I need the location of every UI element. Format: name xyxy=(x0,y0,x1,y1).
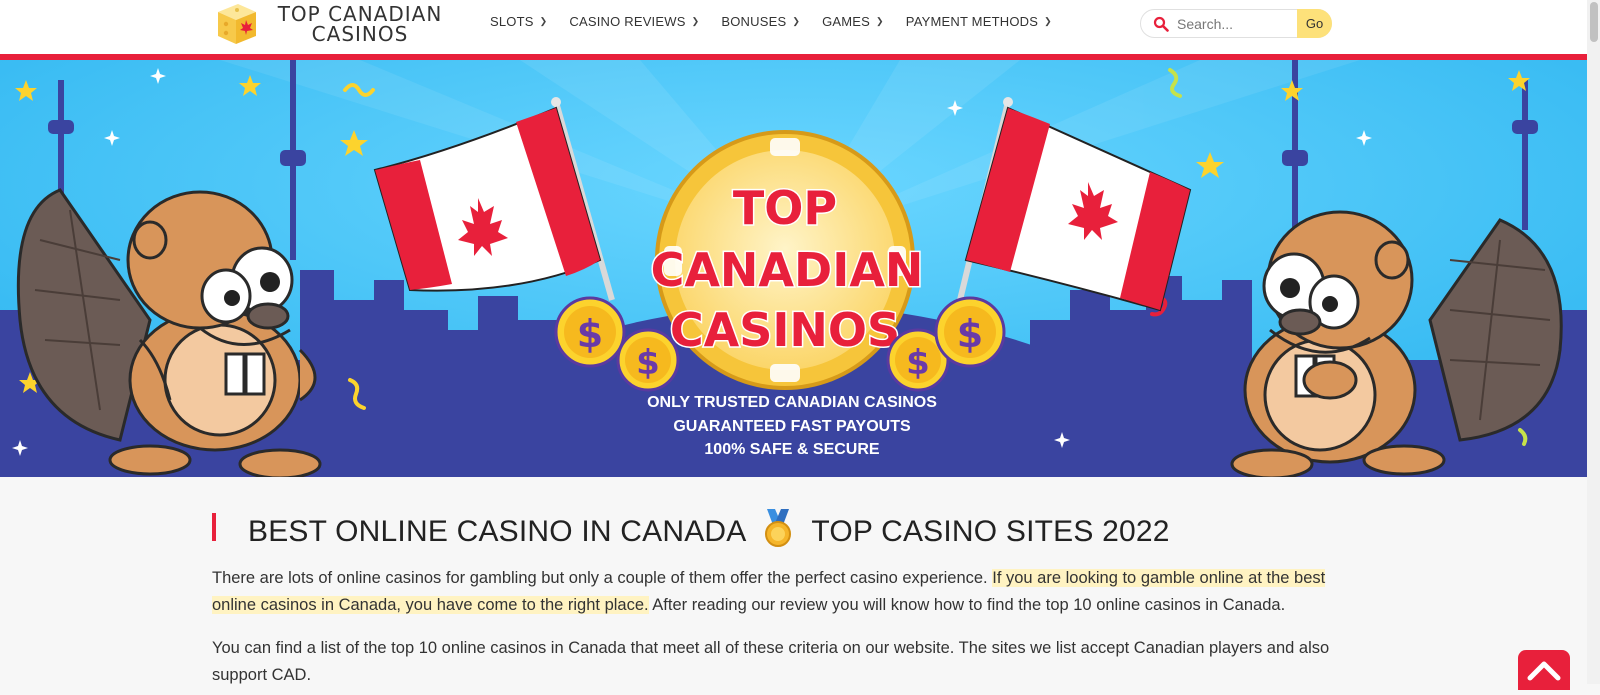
nav-item-label: PAYMENT METHODS xyxy=(905,14,1039,29)
chevron-down-icon: ❯ xyxy=(876,16,884,26)
site-header: TOP CANADIAN CASINOS SLOTS ❯ CASINO REVIE… xyxy=(0,0,1587,55)
hero-banner: TOP CANADIAN CASINOS $ $ $ $ ONLY TRUSTE… xyxy=(0,60,1587,477)
nav-item-games[interactable]: GAMES ❯ xyxy=(822,14,884,29)
site-logo[interactable]: TOP CANADIAN CASINOS xyxy=(270,4,450,44)
page-scrollbar[interactable] xyxy=(1587,0,1600,684)
search-box: Go xyxy=(1140,9,1332,38)
scroll-to-top-button[interactable] xyxy=(1518,650,1570,690)
nav-item-label: CASINO REVIEWS xyxy=(569,14,686,29)
logo-line-2: CASINOS xyxy=(311,22,409,46)
dice-icon[interactable] xyxy=(212,2,258,46)
chip-line-3: CASINOS xyxy=(670,303,900,357)
scrollbar-thumb[interactable] xyxy=(1590,2,1598,42)
nav-item-label: GAMES xyxy=(822,14,871,29)
chevron-down-icon: ❯ xyxy=(1044,16,1052,26)
chip-line-2: CANADIAN xyxy=(651,243,924,297)
chevron-down-icon: ❯ xyxy=(792,16,801,26)
list-paragraph: You can find a list of the top 10 online… xyxy=(212,639,1330,684)
coin-symbol: $ xyxy=(906,343,930,383)
intro-text-a: There are lots of online casinos for gam… xyxy=(212,569,993,587)
intro-paragraph: There are lots of online casinos for gam… xyxy=(212,565,1342,619)
nav-item-label: SLOTS xyxy=(490,14,534,29)
tagline-payouts: GUARANTEED FAST PAYOUTS xyxy=(673,417,911,435)
coin-symbol: $ xyxy=(957,312,983,356)
medal-icon xyxy=(765,509,792,547)
search-go-button[interactable]: Go xyxy=(1297,9,1332,38)
nav-item-payment-methods[interactable]: PAYMENT METHODS ❯ xyxy=(906,14,1052,29)
chip-line-1: TOP xyxy=(733,181,837,235)
tagline-secure: 100% SAFE & SECURE xyxy=(704,441,880,458)
nav-item-bonuses[interactable]: BONUSES ❯ xyxy=(721,14,800,29)
search-icon xyxy=(1153,16,1169,32)
title-accent-bar xyxy=(212,513,216,541)
tagline-trusted: ONLY TRUSTED CANADIAN CASINOS xyxy=(647,394,937,411)
chevron-up-icon xyxy=(1527,661,1561,681)
nav-item-slots[interactable]: SLOTS ❯ xyxy=(490,14,547,29)
chevron-down-icon: ❯ xyxy=(539,16,548,26)
main-nav: SLOTS ❯ CASINO REVIEWS ❯ BONUSES ❯ GAMES ❯ P… xyxy=(490,14,1074,29)
nav-item-casino-reviews[interactable]: CASINO REVIEWS ❯ xyxy=(569,14,699,29)
banner-taglines: ONLY TRUSTED CANADIAN CASINOS GUARANTEED… xyxy=(592,391,992,462)
logo-line-1: TOP CANADIAN xyxy=(277,2,443,26)
title-part-2: TOP CASINO SITES 2022 xyxy=(811,515,1170,548)
intro-text-b: After reading our review you will know h… xyxy=(648,596,1286,614)
search-input[interactable] xyxy=(1177,14,1297,34)
title-part-1: BEST ONLINE CASINO IN CANADA xyxy=(248,515,745,548)
chevron-down-icon: ❯ xyxy=(691,16,700,26)
page-title: BEST ONLINE CASINO IN CANADA TOP CASINO … xyxy=(212,505,1342,553)
nav-item-label: BONUSES xyxy=(721,14,787,29)
coin-symbol: $ xyxy=(636,343,660,383)
article: BEST ONLINE CASINO IN CANADA TOP CASINO … xyxy=(212,505,1342,689)
coin-symbol: $ xyxy=(577,312,603,356)
